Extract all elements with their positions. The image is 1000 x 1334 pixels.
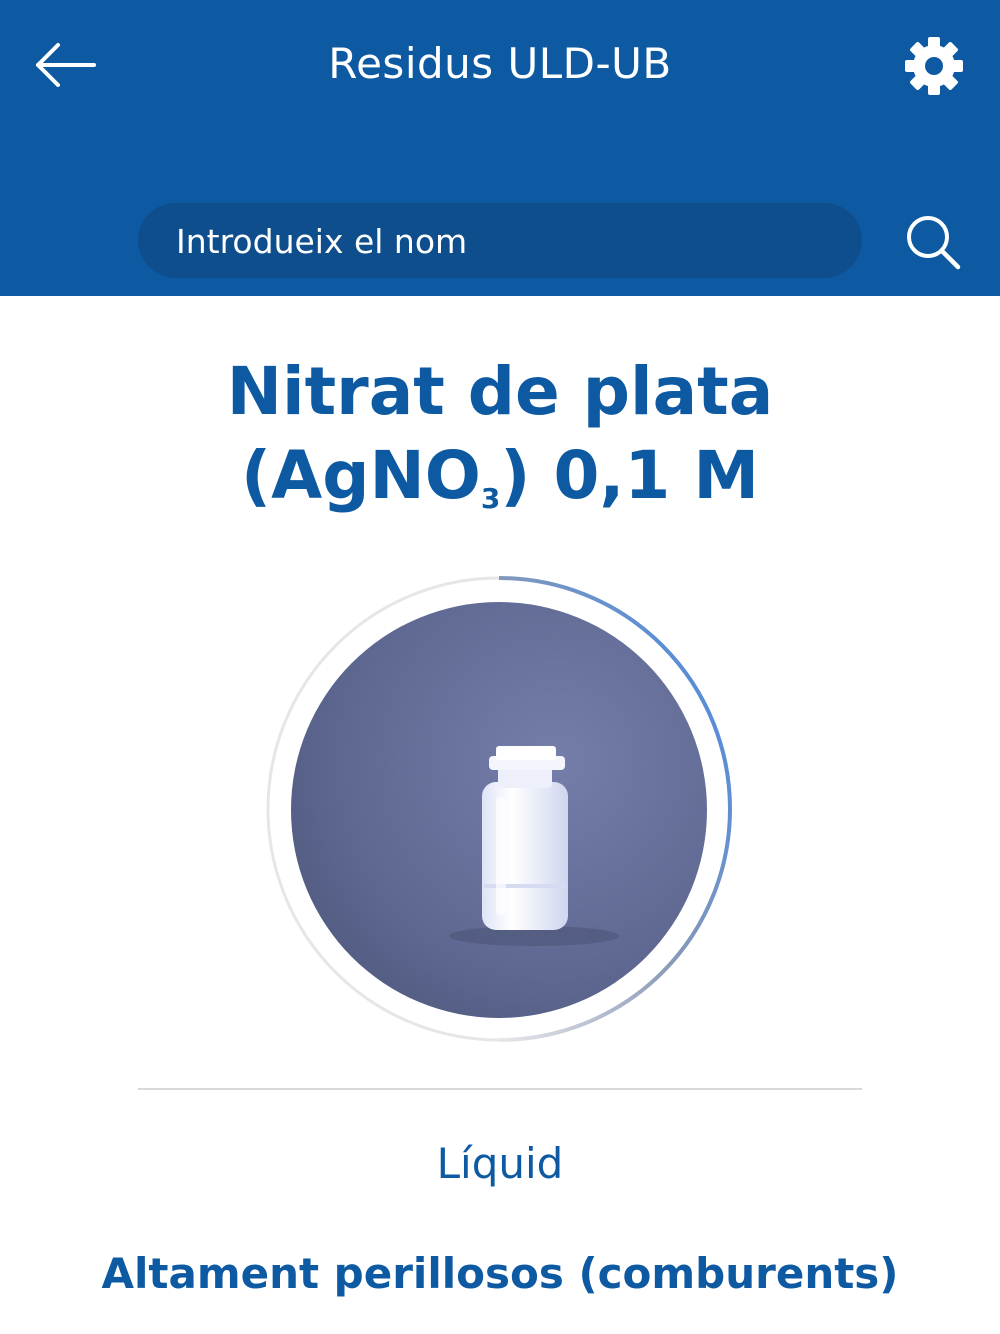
back-button[interactable] xyxy=(30,36,102,94)
formula-prefix: (AgNO xyxy=(240,437,481,514)
formula-subscript: 3 xyxy=(480,482,501,515)
app-title: Residus ULD-UB xyxy=(328,39,672,88)
hazard-category: Altament perillosos (comburents) xyxy=(101,1249,899,1298)
physical-state: Líquid xyxy=(436,1139,564,1188)
settings-button[interactable] xyxy=(898,30,970,102)
product-title-line2: (AgNO3) 0,1 M xyxy=(100,434,900,541)
product-title: Nitrat de plata (AgNO3) 0,1 M xyxy=(100,350,900,541)
search-button[interactable] xyxy=(898,211,968,273)
product-image xyxy=(264,574,734,1044)
search-input[interactable] xyxy=(174,203,738,280)
search-icon xyxy=(907,216,961,270)
divider xyxy=(138,1088,862,1090)
gear-icon xyxy=(905,37,963,95)
product-title-line1: Nitrat de plata xyxy=(226,353,774,430)
app-header: Residus ULD-UB xyxy=(0,0,1000,296)
formula-suffix: ) 0,1 M xyxy=(500,437,760,514)
arrow-left-icon xyxy=(36,43,96,87)
search-bar xyxy=(138,203,961,280)
